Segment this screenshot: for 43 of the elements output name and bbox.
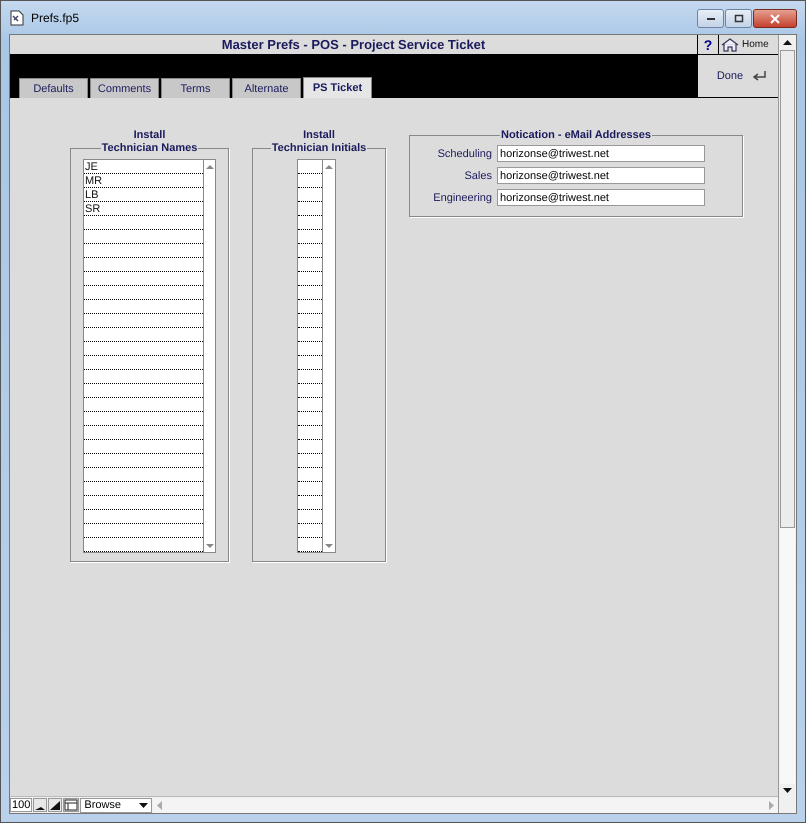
close-button[interactable] — [753, 9, 797, 28]
zoom-out-icon[interactable] — [33, 798, 48, 812]
tab[interactable]: PS Ticket — [303, 77, 372, 98]
email-field[interactable]: horizonse@triwest.net — [497, 145, 705, 162]
group-legend: Notication - eMail Addresses — [500, 129, 652, 141]
maximize-button[interactable] — [725, 9, 752, 28]
email-field[interactable]: horizonse@triwest.net — [497, 189, 705, 206]
field-label: Engineering — [433, 192, 492, 204]
status-area-icon[interactable] — [63, 798, 80, 812]
tab[interactable]: Defaults — [19, 78, 88, 98]
maximize-icon — [734, 14, 744, 23]
tab[interactable]: Comments — [90, 78, 159, 98]
field-label: Sales — [464, 170, 492, 182]
house-icon — [721, 38, 739, 52]
email-field[interactable]: horizonse@triwest.net — [497, 167, 705, 184]
close-icon — [769, 14, 781, 24]
horizontal-scrollbar[interactable] — [153, 798, 778, 812]
caret-icon — [139, 802, 148, 808]
list-row[interactable]: SR — [84, 202, 203, 216]
minimize-icon — [706, 16, 716, 20]
layout-title: Master Prefs - POS - Project Service Ticket — [222, 37, 486, 52]
minimize-button[interactable] — [697, 9, 724, 28]
window-title: Prefs.fp5 — [31, 10, 80, 24]
return-arrow-icon — [751, 70, 768, 82]
scroll-down-icon[interactable] — [783, 788, 792, 793]
scroll-up-icon[interactable] — [783, 40, 792, 45]
group-caption: Install — [303, 129, 335, 142]
list-row[interactable]: LB — [84, 188, 203, 202]
field-label: Scheduling — [438, 148, 492, 160]
list-row[interactable]: MR — [84, 174, 203, 188]
group-legend: Technician Names — [100, 142, 198, 154]
vertical-scrollbar[interactable] — [778, 35, 796, 813]
group-legend: Technician Initials — [270, 142, 368, 154]
document-icon — [9, 10, 25, 26]
tab[interactable]: Terms — [161, 78, 230, 98]
list-row[interactable]: JE — [84, 160, 203, 174]
scroll-left-icon[interactable] — [157, 800, 164, 810]
zoom-level[interactable]: 100 — [10, 798, 32, 812]
tab[interactable]: Alternate — [232, 78, 301, 98]
zoom-in-icon[interactable] — [48, 798, 62, 812]
scroll-right-icon[interactable] — [768, 800, 774, 810]
group-caption: Install — [134, 129, 166, 142]
mode-dropdown[interactable]: Browse — [80, 798, 152, 812]
